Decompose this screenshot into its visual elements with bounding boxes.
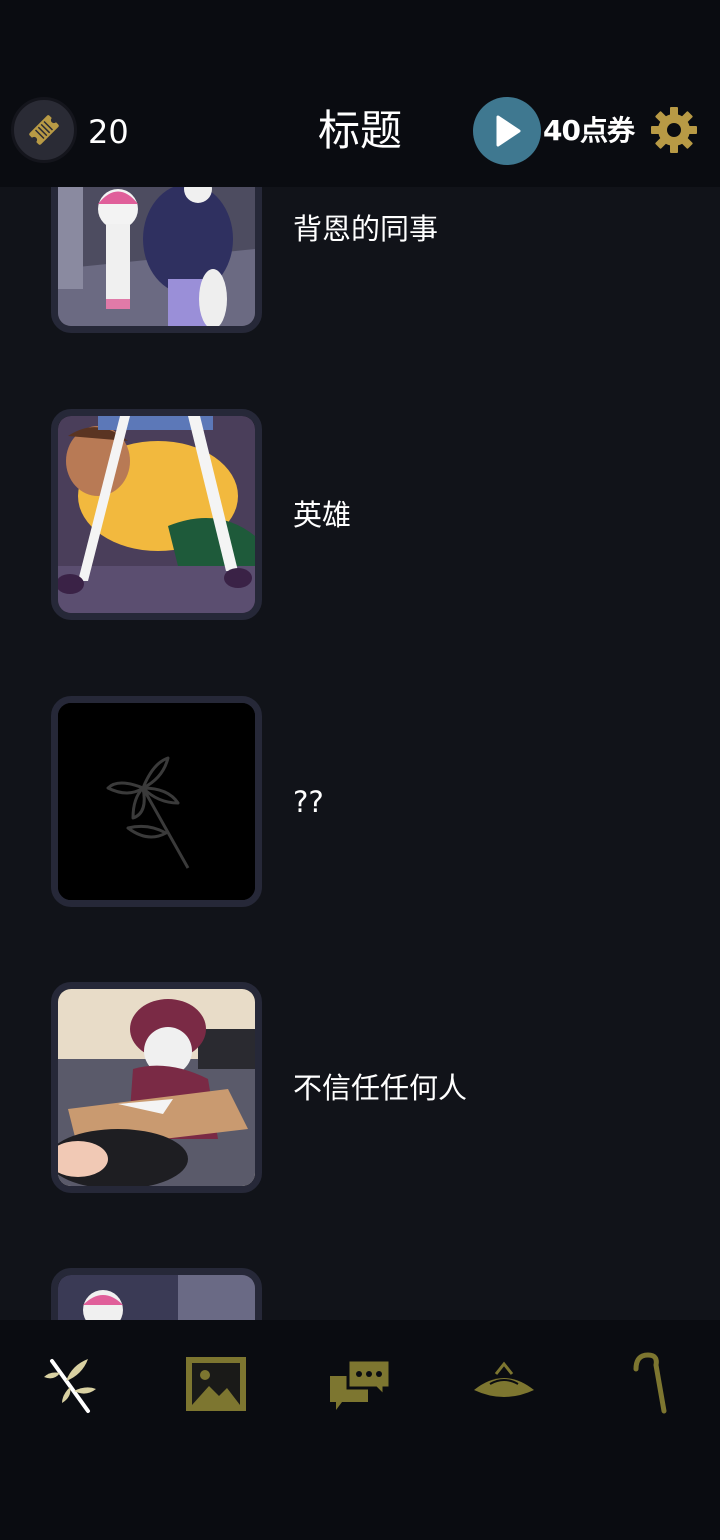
bottom-tab-bar [0, 1320, 720, 1540]
hat-icon [474, 1361, 534, 1397]
app-screen: 背恩的同事 英雄 ?? 不信任任何人 20 标题 40点券 [0, 0, 720, 1540]
cane-icon [633, 1352, 667, 1414]
classroom-desk-scene [58, 989, 255, 1186]
points-label: 40点券 [543, 114, 635, 147]
story-row[interactable]: 不信任任何人 [0, 982, 720, 1194]
play-icon [496, 115, 521, 147]
cane-tab[interactable] [612, 1348, 684, 1420]
yellow-shirt-crawling-scene [58, 416, 255, 613]
chat-tab[interactable] [324, 1348, 396, 1420]
ticket-icon [29, 115, 59, 145]
story-thumbnail[interactable] [51, 1268, 262, 1320]
gallery-tab[interactable] [180, 1348, 252, 1420]
story-title: 不信任任何人 [293, 1071, 468, 1105]
chat-bubbles-icon [330, 1358, 392, 1410]
hat-tab[interactable] [468, 1348, 540, 1420]
picture-icon [186, 1357, 246, 1411]
story-thumbnail[interactable] [51, 696, 262, 907]
story-title: ?? [293, 785, 324, 819]
story-row[interactable] [0, 1268, 720, 1320]
story-row[interactable]: ?? [0, 696, 720, 908]
top-bar: 20 标题 40点券 [0, 0, 720, 187]
locked-flower-silhouette [58, 703, 255, 900]
story-thumbnail[interactable] [51, 982, 262, 1193]
story-title: 背恩的同事 [293, 212, 439, 246]
gear-icon [651, 107, 697, 153]
branch-icon [44, 1359, 96, 1413]
ticket-button[interactable] [11, 97, 77, 163]
partially-visible-scene [58, 1275, 255, 1320]
story-title: 英雄 [293, 498, 352, 532]
story-thumbnail[interactable] [51, 409, 262, 620]
watch-ad-button[interactable] [473, 97, 541, 165]
story-row[interactable]: 英雄 [0, 409, 720, 621]
settings-button[interactable] [650, 106, 698, 154]
story-list[interactable]: 背恩的同事 英雄 ?? 不信任任何人 [0, 0, 720, 1320]
page-title: 标题 [317, 106, 402, 155]
branch-tab[interactable] [36, 1348, 108, 1420]
ticket-count: 20 [88, 113, 129, 151]
